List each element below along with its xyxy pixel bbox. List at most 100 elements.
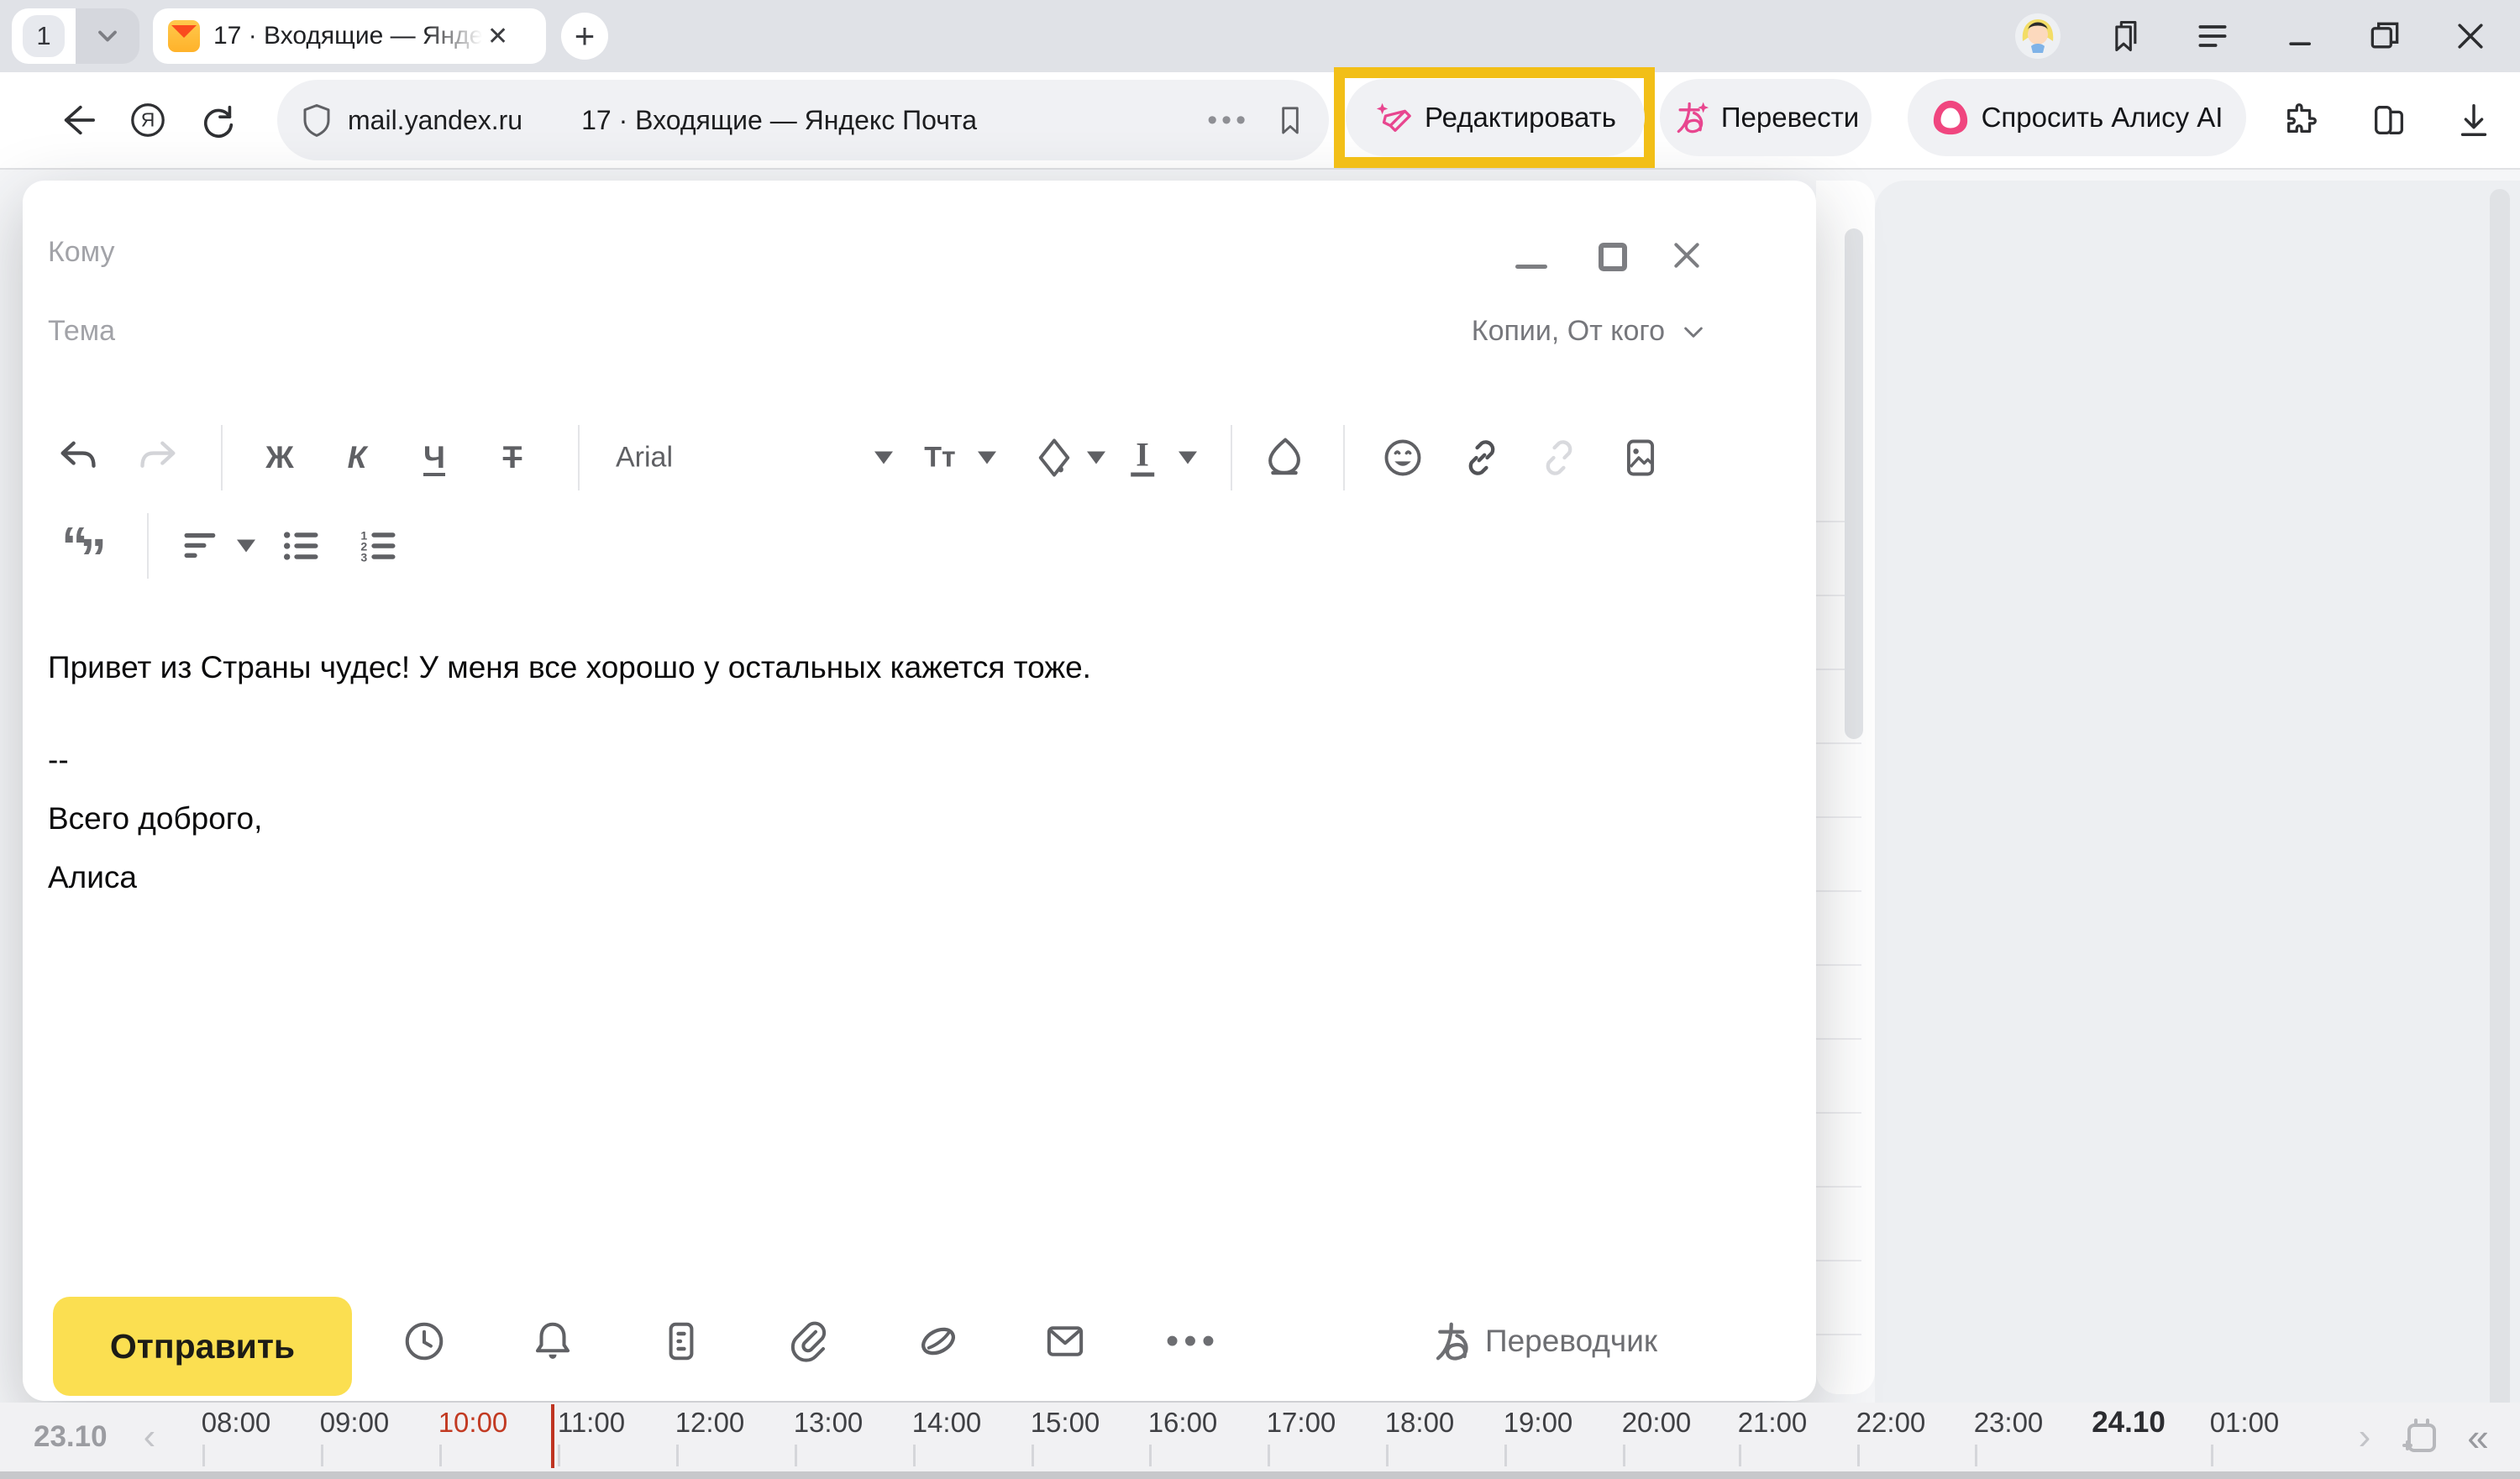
more-options-button[interactable]: ••• (1166, 1320, 1220, 1362)
shield-icon[interactable] (299, 102, 334, 138)
highlight-color-icon[interactable] (1032, 436, 1076, 480)
tab-group-badge[interactable]: 1 (23, 15, 65, 57)
notify-bell-icon[interactable] (530, 1319, 575, 1364)
align-caret-icon[interactable] (237, 540, 255, 553)
translate-button[interactable]: Перевести (1660, 79, 1872, 156)
timeline-tick (1504, 1445, 1507, 1466)
translator-hieroglyph-icon[interactable] (1431, 1319, 1476, 1364)
menu-icon[interactable] (2194, 18, 2231, 55)
emoji-icon[interactable] (1381, 436, 1425, 480)
compose-maximize-button[interactable] (1599, 243, 1627, 271)
timeline-label[interactable]: 17:00 (1267, 1407, 1336, 1439)
timeline-label[interactable]: 24.10 (2092, 1406, 2166, 1440)
numbered-list-icon[interactable]: 123 (357, 524, 401, 568)
timeline-collapse-icon[interactable]: « (2467, 1414, 2489, 1460)
compose-close-icon[interactable] (1671, 239, 1703, 271)
reload-icon[interactable] (199, 101, 238, 139)
undo-icon[interactable] (55, 436, 99, 480)
back-icon[interactable] (58, 101, 97, 139)
to-field[interactable]: Кому (48, 236, 114, 269)
compose-minimize-button[interactable] (1515, 265, 1547, 269)
strikethrough-button[interactable]: Т (503, 440, 522, 475)
timeline-label[interactable]: 08:00 (202, 1407, 271, 1439)
bookmarks-icon[interactable] (2106, 18, 2143, 55)
address-more-button[interactable]: ••• (1207, 104, 1250, 137)
ask-alice-button[interactable]: Спросить Алису AI (1908, 79, 2246, 156)
timeline-label[interactable]: 21:00 (1738, 1407, 1808, 1439)
italic-button[interactable]: К (348, 440, 367, 475)
extensions-puzzle-icon[interactable] (2282, 101, 2321, 139)
mail-row-divider (1816, 1260, 1861, 1261)
font-size-button[interactable]: Тт (924, 442, 955, 475)
downloads-icon[interactable] (2454, 101, 2493, 139)
timeline-label[interactable]: 15:00 (1031, 1407, 1100, 1439)
url-text[interactable]: mail.yandex.ru (348, 105, 522, 136)
text-color-button[interactable]: I (1131, 439, 1154, 477)
tab-group-chevron[interactable] (76, 8, 139, 64)
font-family-caret-icon[interactable] (874, 452, 893, 464)
tab-group-control[interactable]: 1 (12, 8, 139, 64)
bookmark-flag-icon[interactable] (1273, 103, 1307, 137)
timeline-tick (676, 1445, 679, 1466)
font-size-caret-icon[interactable] (978, 452, 996, 464)
timeline-label[interactable]: 23:00 (1974, 1407, 2044, 1439)
redo-icon[interactable] (137, 436, 181, 480)
timeline-label[interactable]: 01:00 (2210, 1407, 2280, 1439)
browser-tab[interactable]: 17 · Входящие — Яндек ✕ (153, 8, 546, 64)
close-icon[interactable] (2452, 18, 2489, 55)
timeline-label[interactable]: 12:00 (675, 1407, 745, 1439)
blockquote-icon[interactable]: “” (61, 529, 98, 563)
timeline-label[interactable]: 10:00 (438, 1407, 508, 1439)
magic-pencil-icon (1374, 98, 1413, 137)
bullet-list-icon[interactable] (280, 524, 323, 568)
translator-label[interactable]: Переводчик (1485, 1324, 1657, 1359)
address-bar[interactable]: mail.yandex.ru 17 · Входящие — Яндекс По… (277, 80, 1329, 160)
cc-from-toggle[interactable]: Копии, От кого (1472, 315, 1707, 348)
timeline-prev-icon[interactable]: ‹ (144, 1416, 156, 1458)
new-tab-button[interactable]: + (561, 13, 608, 60)
timeline-next-icon[interactable]: › (2359, 1416, 2371, 1458)
timeline-label[interactable]: 22:00 (1856, 1407, 1926, 1439)
timeline-label[interactable]: 13:00 (794, 1407, 864, 1439)
send-button[interactable]: Отправить (53, 1297, 352, 1396)
eraser-icon[interactable] (1262, 435, 1307, 480)
avatar[interactable] (2019, 18, 2056, 55)
envelope-icon[interactable] (1042, 1319, 1088, 1364)
template-card-icon[interactable] (659, 1319, 704, 1364)
underline-button[interactable]: Ч (423, 440, 445, 475)
timeline-label[interactable]: 14:00 (912, 1407, 982, 1439)
page-scrollbar[interactable] (2490, 189, 2510, 1479)
link-icon[interactable] (1460, 436, 1504, 480)
restore-icon[interactable] (2366, 18, 2403, 55)
minimize-icon[interactable] (2283, 18, 2320, 55)
timeline-calendar-icon[interactable] (2401, 1417, 2441, 1457)
bold-button[interactable]: Ж (265, 440, 293, 475)
schedule-clock-icon[interactable] (402, 1319, 447, 1364)
unlink-icon[interactable] (1537, 436, 1581, 480)
history-timeline[interactable]: 23.10 ‹ 08:0009:0010:0011:0012:0013:0014… (0, 1403, 2520, 1471)
timeline-label[interactable]: 09:00 (320, 1407, 390, 1439)
highlight-caret-icon[interactable] (1087, 452, 1105, 464)
edit-button[interactable]: Редактировать (1346, 79, 1645, 156)
mail-row-divider (1816, 1038, 1861, 1040)
timeline-label[interactable]: 11:00 (558, 1407, 625, 1439)
subject-field[interactable]: Тема (48, 315, 115, 348)
page-background: Кому Тема Копии, От кого (0, 170, 2520, 1403)
timeline-tick (1975, 1445, 1977, 1466)
insert-image-icon[interactable] (1619, 436, 1662, 480)
mail-list-scrollbar[interactable] (1845, 228, 1863, 739)
timeline-label[interactable]: 16:00 (1148, 1407, 1218, 1439)
tab-close-button[interactable]: ✕ (487, 22, 508, 51)
align-icon[interactable] (179, 524, 223, 568)
timeline-label[interactable]: 19:00 (1504, 1407, 1573, 1439)
font-family-select[interactable]: Arial (616, 442, 673, 475)
timeline-label[interactable]: 20:00 (1622, 1407, 1692, 1439)
timeline-tick (1032, 1445, 1034, 1466)
signature-pen-icon[interactable] (916, 1319, 961, 1364)
text-color-caret-icon[interactable] (1179, 452, 1197, 464)
sidebar-cards-icon[interactable] (2370, 101, 2408, 139)
attach-paperclip-icon[interactable] (785, 1319, 831, 1364)
timeline-label[interactable]: 18:00 (1385, 1407, 1455, 1439)
message-body[interactable]: Привет из Страны чудес! У меня все хорош… (48, 638, 1091, 907)
yandex-logo-icon[interactable]: Я (129, 101, 167, 139)
